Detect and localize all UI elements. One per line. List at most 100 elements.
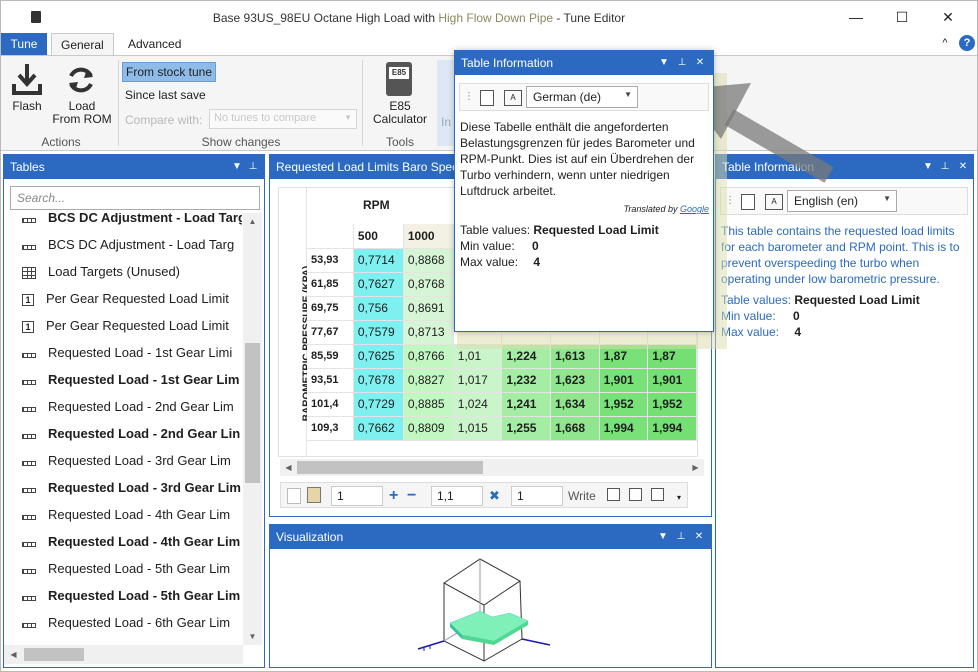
copy-icon[interactable] bbox=[480, 90, 494, 106]
partial-ribbon-button[interactable]: In bbox=[437, 60, 455, 146]
grid-horizontal-scrollbar[interactable]: ◀ ▶ bbox=[280, 459, 704, 476]
tab-general[interactable]: General bbox=[51, 33, 114, 56]
tables-list-item[interactable]: Requested Load - 2nd Gear Lin bbox=[22, 420, 242, 447]
pin-icon[interactable]: ⊥ bbox=[675, 51, 689, 75]
tables-list-item[interactable]: BCS DC Adjustment - Load Targ bbox=[22, 231, 242, 258]
collapse-ribbon-icon[interactable]: ^ bbox=[937, 35, 953, 51]
table-cell[interactable]: 1,015 bbox=[453, 416, 503, 441]
table-cell[interactable]: 1,634 bbox=[550, 392, 600, 417]
panel-menu-icon[interactable]: ▼ bbox=[921, 155, 935, 179]
column-header[interactable]: 500 bbox=[353, 224, 404, 249]
tables-list-item[interactable]: BCS DC Adjustment - Load Targ bbox=[22, 213, 242, 231]
table-cell[interactable]: 1,901 bbox=[647, 368, 697, 393]
scroll-right-icon[interactable]: ▶ bbox=[687, 459, 704, 476]
paste-icon[interactable] bbox=[307, 487, 321, 503]
table-cell[interactable]: 1,255 bbox=[501, 416, 552, 441]
table-cell[interactable]: 1,994 bbox=[599, 416, 649, 441]
multiply-button[interactable]: ✖ bbox=[489, 486, 500, 506]
row-header[interactable]: 61,85 bbox=[307, 272, 354, 297]
table-cell[interactable]: 0,7714 bbox=[353, 248, 404, 273]
pin-icon[interactable]: ⊥ bbox=[246, 155, 260, 179]
maximize-button[interactable]: ☐ bbox=[879, 5, 925, 29]
scroll-thumb[interactable] bbox=[245, 343, 260, 483]
row-header[interactable]: 101,4 bbox=[307, 392, 354, 417]
tables-list-item[interactable]: Requested Load - 3rd Gear Lim bbox=[22, 447, 242, 474]
tables-list-item[interactable]: 1 Per Gear Requested Load Limit bbox=[22, 312, 242, 339]
surface-3d-plot[interactable] bbox=[410, 553, 590, 665]
interpolate-v-icon[interactable] bbox=[629, 488, 642, 501]
scroll-left-icon[interactable]: ◀ bbox=[280, 459, 297, 476]
scroll-left-icon[interactable]: ◀ bbox=[5, 646, 22, 663]
row-header[interactable]: 85,59 bbox=[307, 344, 354, 369]
panel-menu-icon[interactable]: ▼ bbox=[657, 51, 671, 75]
tables-list-item[interactable]: Requested Load - 5th Gear Lim bbox=[22, 555, 242, 582]
tab-advanced[interactable]: Advanced bbox=[119, 33, 190, 55]
toolbar-overflow-icon[interactable]: ▾ bbox=[677, 493, 681, 502]
row-header[interactable]: 77,67 bbox=[307, 320, 354, 345]
table-cell[interactable]: 0,7579 bbox=[353, 320, 404, 345]
table-cell[interactable]: 0,8766 bbox=[403, 344, 454, 369]
table-cell[interactable]: 0,7627 bbox=[353, 272, 404, 297]
table-cell[interactable]: 0,8691 bbox=[403, 296, 454, 321]
row-header[interactable]: 69,75 bbox=[307, 296, 354, 321]
popup-language-select[interactable]: German (de) ▼ bbox=[526, 86, 638, 108]
table-cell[interactable]: 0,7678 bbox=[353, 368, 404, 393]
tab-tune[interactable]: Tune bbox=[1, 33, 47, 55]
close-icon[interactable]: ✕ bbox=[956, 155, 970, 179]
table-cell[interactable]: 1,994 bbox=[647, 416, 697, 441]
table-cell[interactable]: 0,8713 bbox=[403, 320, 454, 345]
e85-calculator-button[interactable]: E85 E85 Calculator bbox=[369, 60, 431, 130]
table-cell[interactable]: 1,952 bbox=[599, 392, 649, 417]
load-from-rom-button[interactable]: Load From ROM bbox=[51, 60, 113, 130]
copy-icon[interactable] bbox=[287, 488, 301, 504]
panel-menu-icon[interactable]: ▼ bbox=[230, 155, 244, 179]
interpolate-2d-icon[interactable] bbox=[651, 488, 664, 501]
row-header[interactable]: 109,3 bbox=[307, 416, 354, 441]
copy-icon[interactable] bbox=[741, 194, 755, 210]
help-icon[interactable]: ? bbox=[959, 35, 975, 51]
tables-list-item[interactable]: Requested Load - 1st Gear Limi bbox=[22, 339, 242, 366]
table-cell[interactable]: 0,8827 bbox=[403, 368, 454, 393]
translate-icon[interactable]: A bbox=[765, 194, 783, 210]
tables-list-item[interactable]: Requested Load - 4th Gear Lim bbox=[22, 501, 242, 528]
tables-horizontal-scrollbar[interactable]: ◀ bbox=[4, 645, 243, 664]
increment-input[interactable]: 1 bbox=[331, 486, 383, 506]
interpolate-h-icon[interactable] bbox=[607, 488, 620, 501]
pin-icon[interactable]: ⊥ bbox=[674, 525, 688, 549]
flash-button[interactable]: Flash bbox=[9, 60, 45, 130]
table-cell[interactable]: 0,8809 bbox=[403, 416, 454, 441]
plus-button[interactable]: + bbox=[389, 486, 398, 506]
minimize-button[interactable]: — bbox=[833, 5, 879, 29]
row-header[interactable]: 53,93 bbox=[307, 248, 354, 273]
minus-button[interactable]: − bbox=[407, 486, 416, 506]
tables-list-item[interactable]: Requested Load - 4th Gear Lim bbox=[22, 528, 242, 555]
row-header[interactable]: 93,51 bbox=[307, 368, 354, 393]
language-select[interactable]: English (en) ▼ bbox=[787, 190, 897, 212]
scroll-up-icon[interactable]: ▲ bbox=[244, 213, 261, 230]
table-cell[interactable]: 1,024 bbox=[453, 392, 503, 417]
table-cell[interactable]: 0,756 bbox=[353, 296, 404, 321]
since-last-save-option[interactable]: Since last save bbox=[122, 86, 209, 104]
from-stock-tune-option[interactable]: From stock tune bbox=[122, 62, 217, 82]
table-cell[interactable]: 1,668 bbox=[550, 416, 600, 441]
tables-vertical-scrollbar[interactable]: ▲ ▼ bbox=[243, 213, 262, 645]
table-cell[interactable]: 0,7625 bbox=[353, 344, 404, 369]
tables-list-item[interactable]: Requested Load - 2nd Gear Lim bbox=[22, 393, 242, 420]
table-cell[interactable]: 1,901 bbox=[599, 368, 649, 393]
table-cell[interactable]: 0,7729 bbox=[353, 392, 404, 417]
close-icon[interactable]: ✕ bbox=[692, 525, 706, 549]
tables-list-item[interactable]: 1 Per Gear Requested Load Limit bbox=[22, 285, 242, 312]
close-button[interactable]: ✕ bbox=[925, 5, 971, 29]
panel-menu-icon[interactable]: ▼ bbox=[656, 525, 670, 549]
tables-list-item[interactable]: Requested Load - 3rd Gear Lim bbox=[22, 474, 242, 501]
tables-list-item[interactable]: Load Targets (Unused) bbox=[22, 258, 242, 285]
scroll-thumb[interactable] bbox=[24, 648, 84, 661]
google-link[interactable]: Google bbox=[680, 204, 709, 214]
column-header[interactable]: 1000 bbox=[403, 224, 454, 249]
table-cell[interactable]: 1,241 bbox=[501, 392, 552, 417]
scroll-thumb[interactable] bbox=[297, 461, 483, 474]
scroll-down-icon[interactable]: ▼ bbox=[244, 628, 261, 645]
table-cell[interactable]: 0,8768 bbox=[403, 272, 454, 297]
write-value-input[interactable]: 1 bbox=[511, 486, 563, 506]
multiplier-input[interactable]: 1,1 bbox=[431, 486, 483, 506]
